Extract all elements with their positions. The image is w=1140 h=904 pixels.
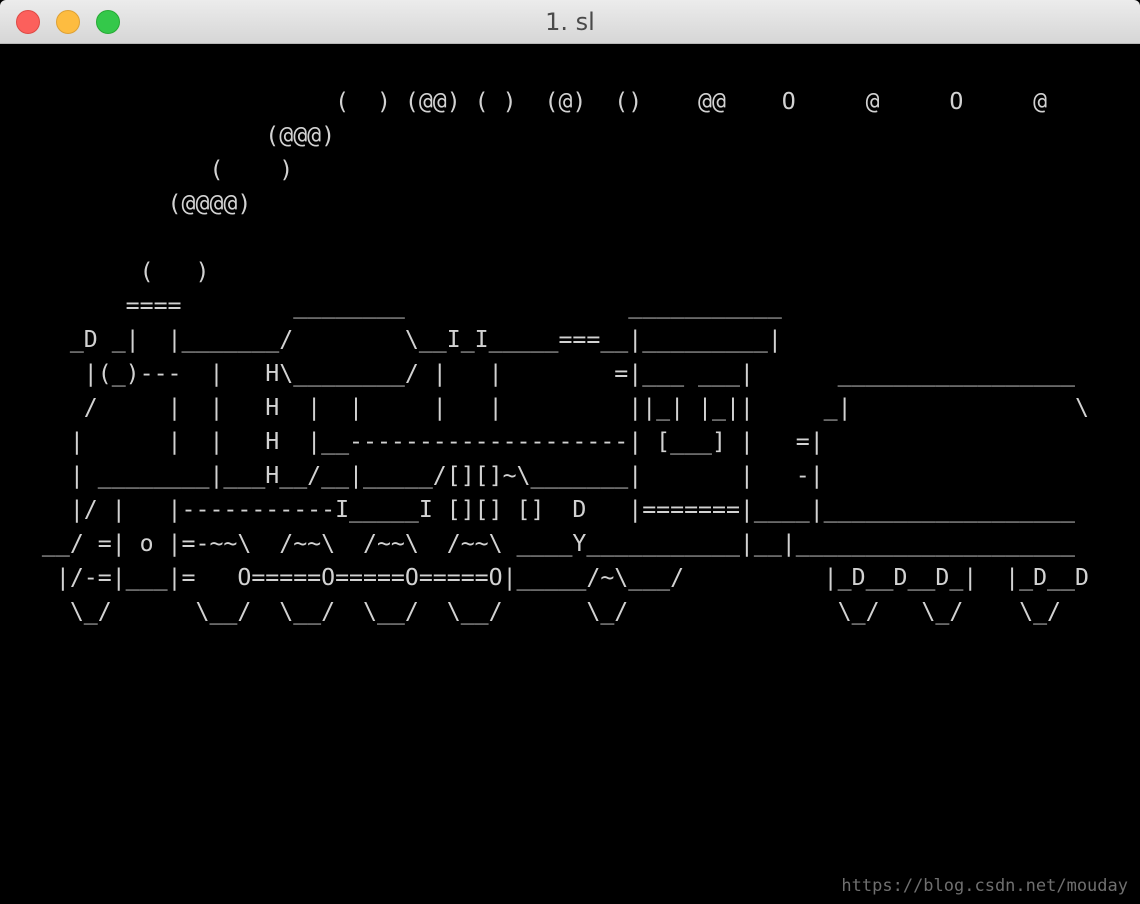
terminal-output: ( ) (@@) ( ) (@) () @@ O @ O @ (@@@) ( )…: [14, 85, 1089, 629]
terminal-line: ==== ________ ___________: [14, 292, 782, 319]
terminal-area[interactable]: ( ) (@@) ( ) (@) () @@ O @ O @ (@@@) ( )…: [0, 45, 1140, 904]
terminal-line: | ________|___H__/__|_____/[][]~\_______…: [14, 462, 824, 489]
terminal-line: |/-=|___|= O=====O=====O=====O|_____/~\_…: [14, 564, 1089, 591]
terminal-line: |(_)--- | H\________/ | | =|___ ___| ___…: [14, 360, 1075, 387]
terminal-line: \_/ \__/ \__/ \__/ \__/ \_/ \_/ \_/ \_/: [14, 598, 1062, 625]
terminal-line: | | | H |__--------------------| [___] |…: [14, 428, 824, 455]
window-title: 1. sl: [545, 8, 595, 36]
terminal-line: ( ) (@@) ( ) (@) () @@ O @ O @: [14, 88, 1048, 115]
terminal-line: / | | H | | | | ||_| |_|| _| \: [14, 394, 1089, 421]
title-bar[interactable]: 1. sl: [0, 0, 1140, 44]
watermark: https://blog.csdn.net/mouday: [841, 876, 1128, 896]
terminal-line: ( ): [14, 258, 210, 285]
terminal-line: (@@@@): [14, 190, 252, 217]
terminal-line: |/ | |-----------I_____I [][] [] D |====…: [14, 496, 1075, 523]
terminal-line: _D _| |_______/ \__I_I_____===__|_______…: [14, 326, 782, 353]
terminal-line: (@@@): [14, 122, 336, 149]
terminal-line: ( ): [14, 156, 294, 183]
terminal-line: __/ =| o |=-~~\ /~~\ /~~\ /~~\ ____Y____…: [14, 530, 1075, 557]
terminal-window: 1. sl ( ) (@@) ( ) (@) () @@ O @ O @ (@@…: [0, 0, 1140, 904]
